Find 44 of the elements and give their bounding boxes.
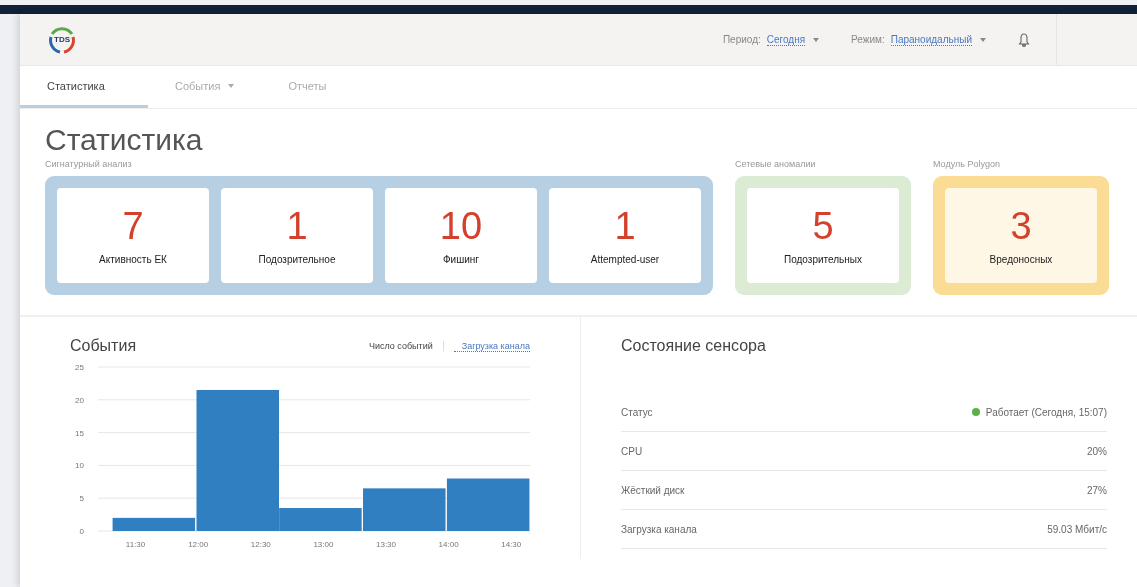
panel-title: События xyxy=(70,337,137,355)
x-tick-label: 12:00 xyxy=(188,540,209,549)
stat-card[interactable]: 10 Фишинг xyxy=(385,188,537,283)
row-value: 27% xyxy=(1087,484,1107,496)
y-tick-label: 25 xyxy=(75,363,84,372)
chart-toggle[interactable]: Число событий xyxy=(360,340,444,352)
page-title: Статистика xyxy=(45,123,204,157)
stat-card[interactable]: 7 Активность ЕК xyxy=(57,188,209,283)
panel-title: Состояние сенсора xyxy=(621,337,767,355)
group-title: Сигнатурный анализ xyxy=(45,159,133,169)
caret-icon xyxy=(813,37,820,42)
caret-icon xyxy=(980,37,986,42)
group-title: Модуль Polygon xyxy=(933,159,1001,169)
stat-card[interactable]: 1 Подозрительное xyxy=(221,188,373,283)
x-tick-label: 13:30 xyxy=(376,540,396,549)
stat-card[interactable]: 3 Вредоносных xyxy=(945,188,1097,283)
x-tick-label: 12:30 xyxy=(250,540,271,549)
row-label: Загрузка канала xyxy=(621,523,697,535)
row-label: CPU xyxy=(621,445,643,457)
row-label: Статус xyxy=(621,406,653,418)
x-tick-label: 14:30 xyxy=(501,540,522,549)
row-value: 59.03 Мбит/с xyxy=(1047,523,1107,535)
stat-card[interactable]: 5 Подозрительных xyxy=(747,188,899,283)
stat-card[interactable]: 1 Attempted-user xyxy=(549,188,701,283)
nav-tab[interactable]: Статистика xyxy=(20,66,148,108)
row-value: Работает (Сегодня, 15:07) xyxy=(985,406,1107,418)
x-tick-label: 14:00 xyxy=(438,540,459,549)
y-tick-label: 5 xyxy=(79,494,84,504)
mode-label: Режим: xyxy=(851,34,885,45)
y-tick-label: 0 xyxy=(79,527,84,536)
bell-icon[interactable] xyxy=(1018,32,1030,47)
row-value: 20% xyxy=(1087,445,1107,457)
row-label: Жёсткий диск xyxy=(621,484,685,496)
y-tick-label: 20 xyxy=(75,395,84,405)
period-dropdown[interactable]: Сегодня xyxy=(766,33,820,46)
y-tick-label: 15 xyxy=(75,428,84,438)
period-label: Период: xyxy=(722,34,761,45)
mode-dropdown[interactable]: Параноидальный xyxy=(890,33,986,46)
group-title: Сетевые аномалии xyxy=(735,159,817,169)
chart-toggle[interactable]: Загрузка канала xyxy=(453,340,530,352)
logo[interactable]: TDS xyxy=(47,24,77,55)
x-tick-label: 13:00 xyxy=(313,540,334,549)
y-tick-label: 10 xyxy=(75,461,84,471)
x-tick-label: 11:30 xyxy=(125,540,146,549)
